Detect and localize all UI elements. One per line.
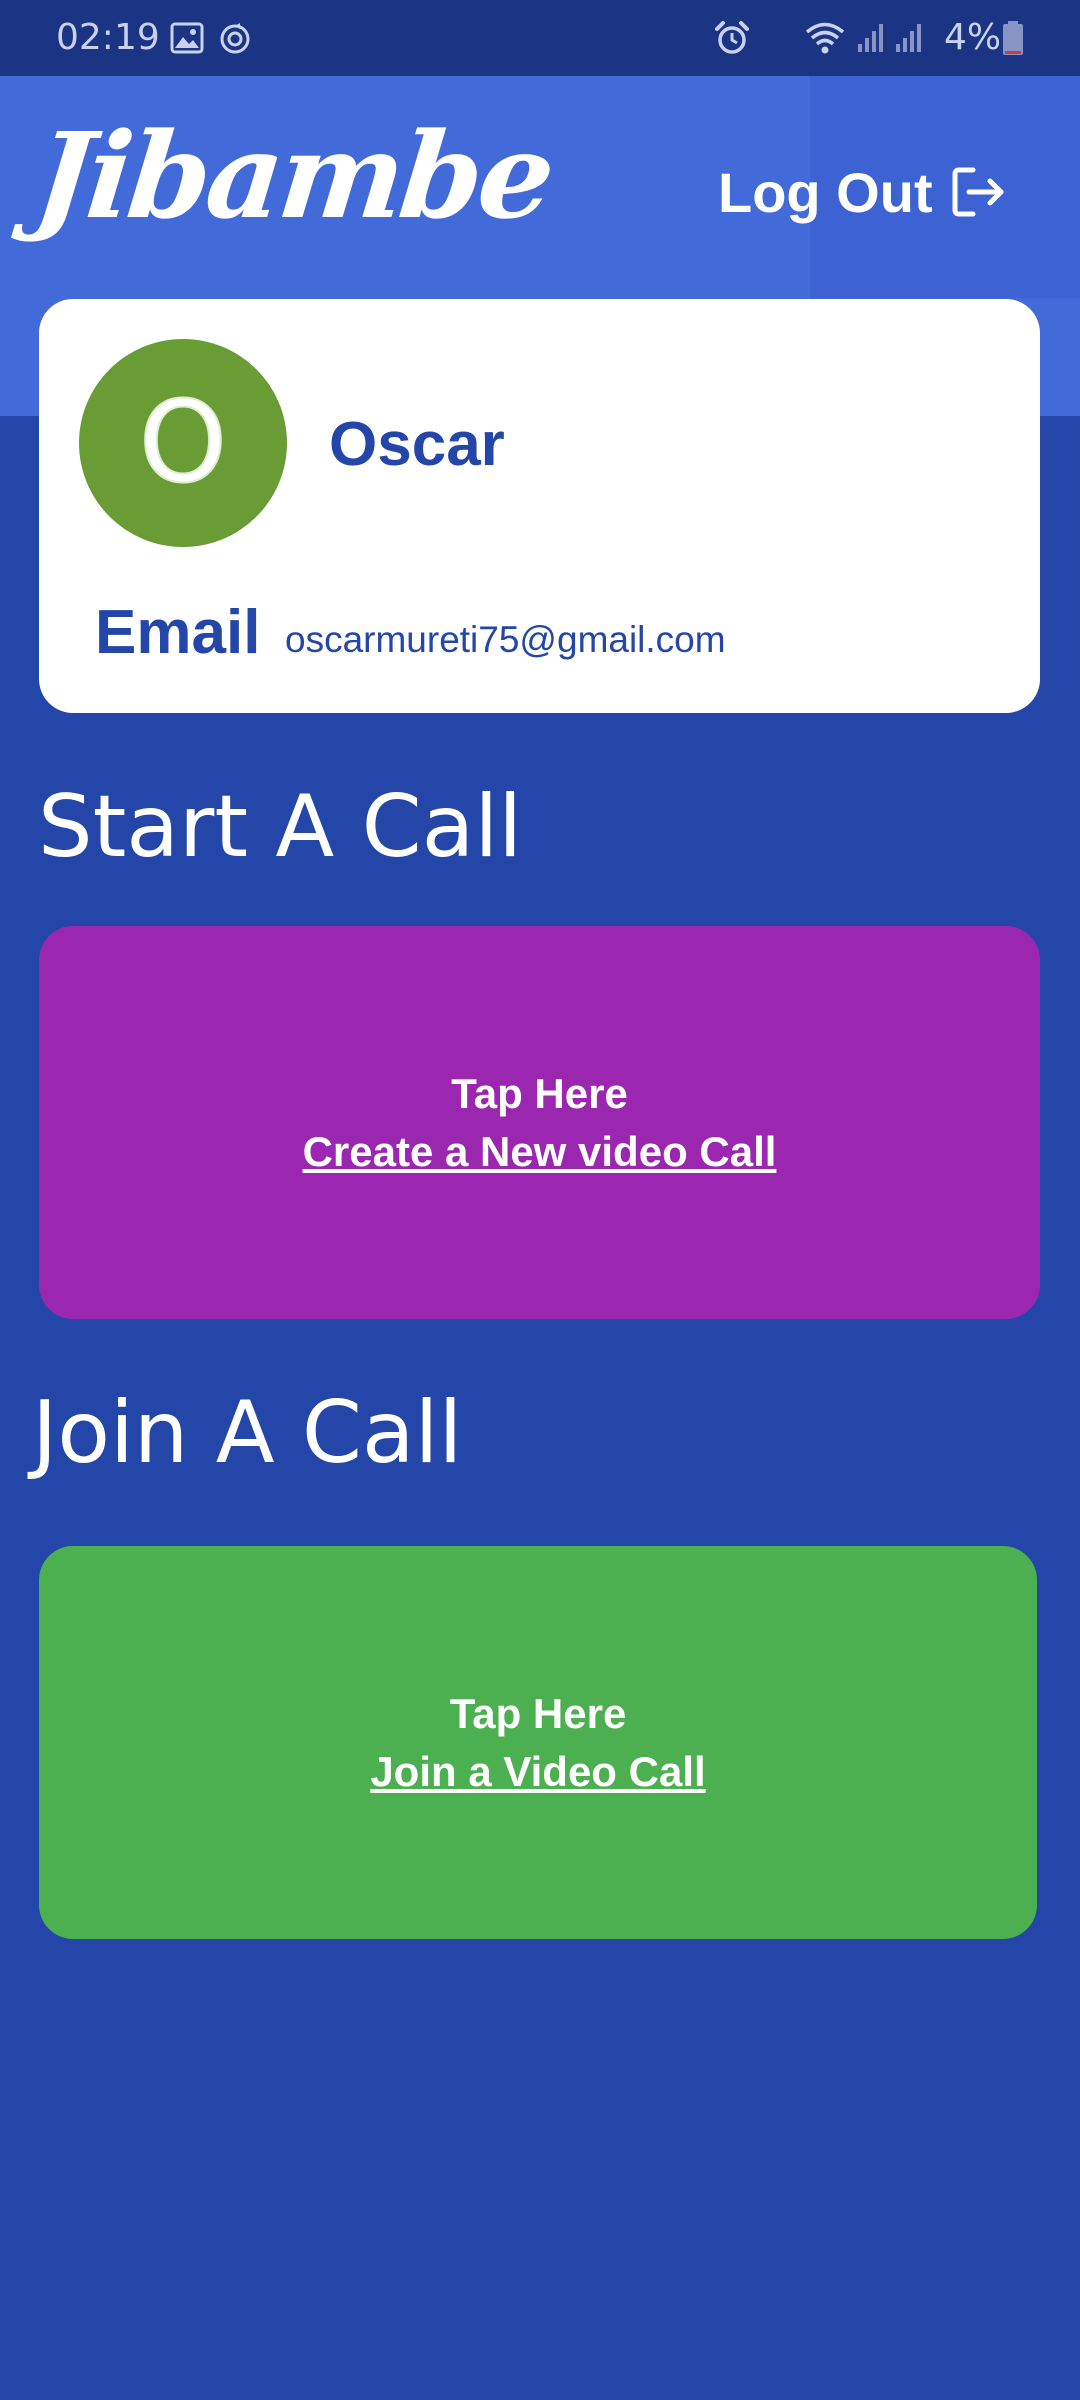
join-video-call-link[interactable]: Join a Video Call xyxy=(370,1743,705,1801)
create-video-call-button[interactable]: Tap Here Create a New video Call xyxy=(39,926,1040,1319)
app-logo: Jibambe xyxy=(28,106,558,245)
battery-icon xyxy=(1003,21,1023,55)
avatar-initial: O xyxy=(138,377,228,509)
join-video-call-button[interactable]: Tap Here Join a Video Call xyxy=(39,1546,1037,1939)
profile-card: O Oscar Email oscarmureti75@gmail.com xyxy=(39,299,1040,713)
start-call-heading: Start A Call xyxy=(38,777,523,877)
logout-button[interactable]: Log Out xyxy=(718,142,1018,242)
image-icon xyxy=(170,22,204,54)
sync-icon xyxy=(220,23,250,54)
profile-name: Oscar xyxy=(329,410,505,479)
join-call-heading: Join A Call xyxy=(32,1383,463,1483)
signal-icon xyxy=(858,24,921,52)
join-tile-tap-label: Tap Here xyxy=(449,1689,627,1737)
alarm-icon xyxy=(715,21,749,54)
logout-label: Log Out xyxy=(718,160,933,224)
battery-percentage: 4% xyxy=(944,17,1002,58)
create-video-call-link[interactable]: Create a New video Call xyxy=(303,1123,777,1181)
logout-icon xyxy=(952,167,1004,217)
start-tile-tap-label: Tap Here xyxy=(451,1069,628,1117)
status-time: 02:19 xyxy=(56,17,160,58)
email-label: Email xyxy=(95,598,261,667)
status-bar: 02:19 4% xyxy=(0,0,1080,76)
avatar: O xyxy=(79,339,287,547)
wifi-icon xyxy=(805,22,845,54)
email-value: oscarmureti75@gmail.com xyxy=(285,619,726,660)
